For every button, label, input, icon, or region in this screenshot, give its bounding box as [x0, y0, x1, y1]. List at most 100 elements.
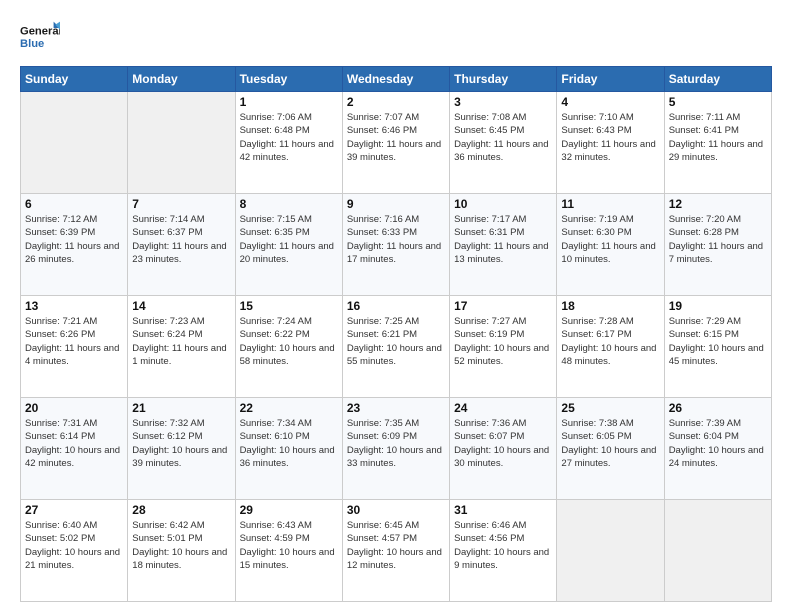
- day-number: 12: [669, 197, 767, 211]
- day-number: 7: [132, 197, 230, 211]
- logo: GeneralBlue: [20, 16, 60, 56]
- day-info: Sunrise: 6:43 AM Sunset: 4:59 PM Dayligh…: [240, 519, 338, 572]
- calendar-cell: 30 Sunrise: 6:45 AM Sunset: 4:57 PM Dayli…: [342, 500, 449, 602]
- day-info: Sunrise: 7:08 AM Sunset: 6:45 PM Dayligh…: [454, 111, 552, 164]
- logo-svg: GeneralBlue: [20, 16, 60, 56]
- calendar-cell: 2 Sunrise: 7:07 AM Sunset: 6:46 PM Daylig…: [342, 92, 449, 194]
- day-info: Sunrise: 6:40 AM Sunset: 5:02 PM Dayligh…: [25, 519, 123, 572]
- day-info: Sunrise: 7:14 AM Sunset: 6:37 PM Dayligh…: [132, 213, 230, 266]
- day-number: 5: [669, 95, 767, 109]
- calendar-cell: 28 Sunrise: 6:42 AM Sunset: 5:01 PM Dayli…: [128, 500, 235, 602]
- day-info: Sunrise: 6:42 AM Sunset: 5:01 PM Dayligh…: [132, 519, 230, 572]
- day-number: 10: [454, 197, 552, 211]
- day-info: Sunrise: 7:25 AM Sunset: 6:21 PM Dayligh…: [347, 315, 445, 368]
- svg-text:Blue: Blue: [20, 38, 44, 50]
- day-number: 22: [240, 401, 338, 415]
- calendar-cell: 14 Sunrise: 7:23 AM Sunset: 6:24 PM Dayli…: [128, 296, 235, 398]
- day-info: Sunrise: 7:39 AM Sunset: 6:04 PM Dayligh…: [669, 417, 767, 470]
- day-number: 15: [240, 299, 338, 313]
- page: GeneralBlue SundayMondayTuesdayWednesday…: [0, 0, 792, 612]
- day-info: Sunrise: 7:12 AM Sunset: 6:39 PM Dayligh…: [25, 213, 123, 266]
- day-info: Sunrise: 7:20 AM Sunset: 6:28 PM Dayligh…: [669, 213, 767, 266]
- day-info: Sunrise: 7:23 AM Sunset: 6:24 PM Dayligh…: [132, 315, 230, 368]
- calendar-cell: 18 Sunrise: 7:28 AM Sunset: 6:17 PM Dayli…: [557, 296, 664, 398]
- day-number: 2: [347, 95, 445, 109]
- day-number: 17: [454, 299, 552, 313]
- calendar-header-monday: Monday: [128, 67, 235, 92]
- day-info: Sunrise: 7:34 AM Sunset: 6:10 PM Dayligh…: [240, 417, 338, 470]
- calendar-header-tuesday: Tuesday: [235, 67, 342, 92]
- calendar-week-row: 13Sunrise: 7:21 AM Sunset: 6:26 PM Dayli…: [21, 296, 772, 398]
- day-number: 16: [347, 299, 445, 313]
- day-number: 18: [561, 299, 659, 313]
- calendar-week-row: 6 Sunrise: 7:12 AM Sunset: 6:39 PM Daylig…: [21, 194, 772, 296]
- calendar-cell: [128, 92, 235, 194]
- calendar-week-row: 27Sunrise: 6:40 AM Sunset: 5:02 PM Dayli…: [21, 500, 772, 602]
- calendar-header-friday: Friday: [557, 67, 664, 92]
- calendar-cell: 8 Sunrise: 7:15 AM Sunset: 6:35 PM Daylig…: [235, 194, 342, 296]
- day-number: 19: [669, 299, 767, 313]
- day-info: Sunrise: 7:27 AM Sunset: 6:19 PM Dayligh…: [454, 315, 552, 368]
- day-info: Sunrise: 7:29 AM Sunset: 6:15 PM Dayligh…: [669, 315, 767, 368]
- calendar-header-row: SundayMondayTuesdayWednesdayThursdayFrid…: [21, 67, 772, 92]
- calendar-cell: 26 Sunrise: 7:39 AM Sunset: 6:04 PM Dayli…: [664, 398, 771, 500]
- calendar-cell: 7 Sunrise: 7:14 AM Sunset: 6:37 PM Daylig…: [128, 194, 235, 296]
- day-number: 21: [132, 401, 230, 415]
- calendar-cell: 4Sunrise: 7:10 AM Sunset: 6:43 PM Daylig…: [557, 92, 664, 194]
- day-number: 29: [240, 503, 338, 517]
- day-number: 30: [347, 503, 445, 517]
- day-info: Sunrise: 7:31 AM Sunset: 6:14 PM Dayligh…: [25, 417, 123, 470]
- day-info: Sunrise: 6:46 AM Sunset: 4:56 PM Dayligh…: [454, 519, 552, 572]
- day-info: Sunrise: 7:35 AM Sunset: 6:09 PM Dayligh…: [347, 417, 445, 470]
- calendar-week-row: 20 Sunrise: 7:31 AM Sunset: 6:14 PM Dayli…: [21, 398, 772, 500]
- calendar-cell: 27Sunrise: 6:40 AM Sunset: 5:02 PM Dayli…: [21, 500, 128, 602]
- day-info: Sunrise: 7:28 AM Sunset: 6:17 PM Dayligh…: [561, 315, 659, 368]
- day-number: 14: [132, 299, 230, 313]
- calendar-week-row: 1 Sunrise: 7:06 AM Sunset: 6:48 PM Daylig…: [21, 92, 772, 194]
- day-number: 13: [25, 299, 123, 313]
- day-number: 28: [132, 503, 230, 517]
- calendar-cell: 10Sunrise: 7:17 AM Sunset: 6:31 PM Dayli…: [450, 194, 557, 296]
- calendar-cell: 11 Sunrise: 7:19 AM Sunset: 6:30 PM Dayli…: [557, 194, 664, 296]
- calendar-header-wednesday: Wednesday: [342, 67, 449, 92]
- calendar-cell: 19 Sunrise: 7:29 AM Sunset: 6:15 PM Dayli…: [664, 296, 771, 398]
- calendar-cell: 3 Sunrise: 7:08 AM Sunset: 6:45 PM Daylig…: [450, 92, 557, 194]
- calendar-cell: 1 Sunrise: 7:06 AM Sunset: 6:48 PM Daylig…: [235, 92, 342, 194]
- day-info: Sunrise: 7:15 AM Sunset: 6:35 PM Dayligh…: [240, 213, 338, 266]
- calendar-cell: 21Sunrise: 7:32 AM Sunset: 6:12 PM Dayli…: [128, 398, 235, 500]
- calendar-cell: 25 Sunrise: 7:38 AM Sunset: 6:05 PM Dayli…: [557, 398, 664, 500]
- day-number: 11: [561, 197, 659, 211]
- calendar-cell: 31 Sunrise: 6:46 AM Sunset: 4:56 PM Dayli…: [450, 500, 557, 602]
- day-number: 6: [25, 197, 123, 211]
- day-info: Sunrise: 7:36 AM Sunset: 6:07 PM Dayligh…: [454, 417, 552, 470]
- calendar-cell: 12 Sunrise: 7:20 AM Sunset: 6:28 PM Dayli…: [664, 194, 771, 296]
- day-number: 23: [347, 401, 445, 415]
- day-number: 24: [454, 401, 552, 415]
- day-number: 20: [25, 401, 123, 415]
- day-number: 31: [454, 503, 552, 517]
- day-info: Sunrise: 7:07 AM Sunset: 6:46 PM Dayligh…: [347, 111, 445, 164]
- calendar-cell: [557, 500, 664, 602]
- calendar-cell: 17 Sunrise: 7:27 AM Sunset: 6:19 PM Dayli…: [450, 296, 557, 398]
- header: GeneralBlue: [20, 16, 772, 56]
- day-info: Sunrise: 7:19 AM Sunset: 6:30 PM Dayligh…: [561, 213, 659, 266]
- calendar-cell: 23 Sunrise: 7:35 AM Sunset: 6:09 PM Dayli…: [342, 398, 449, 500]
- day-number: 3: [454, 95, 552, 109]
- day-number: 26: [669, 401, 767, 415]
- day-number: 25: [561, 401, 659, 415]
- day-number: 1: [240, 95, 338, 109]
- calendar-table: SundayMondayTuesdayWednesdayThursdayFrid…: [20, 66, 772, 602]
- day-info: Sunrise: 6:45 AM Sunset: 4:57 PM Dayligh…: [347, 519, 445, 572]
- calendar-cell: 15 Sunrise: 7:24 AM Sunset: 6:22 PM Dayli…: [235, 296, 342, 398]
- calendar-header-thursday: Thursday: [450, 67, 557, 92]
- day-info: Sunrise: 7:16 AM Sunset: 6:33 PM Dayligh…: [347, 213, 445, 266]
- calendar-header-sunday: Sunday: [21, 67, 128, 92]
- calendar-cell: 13Sunrise: 7:21 AM Sunset: 6:26 PM Dayli…: [21, 296, 128, 398]
- day-info: Sunrise: 7:38 AM Sunset: 6:05 PM Dayligh…: [561, 417, 659, 470]
- day-number: 4: [561, 95, 659, 109]
- calendar-cell: 9Sunrise: 7:16 AM Sunset: 6:33 PM Daylig…: [342, 194, 449, 296]
- calendar-cell: [21, 92, 128, 194]
- day-info: Sunrise: 7:06 AM Sunset: 6:48 PM Dayligh…: [240, 111, 338, 164]
- day-info: Sunrise: 7:24 AM Sunset: 6:22 PM Dayligh…: [240, 315, 338, 368]
- day-number: 8: [240, 197, 338, 211]
